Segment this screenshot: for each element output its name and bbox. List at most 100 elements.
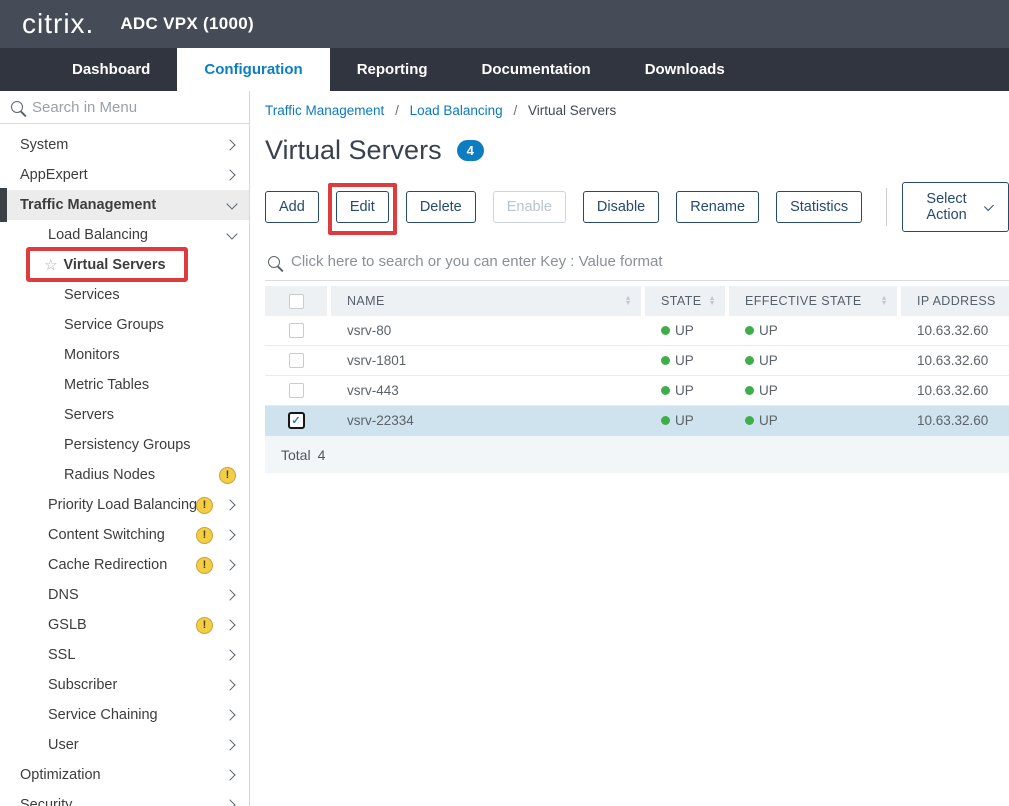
statistics-button[interactable]: Statistics xyxy=(776,191,862,223)
sidebar-item-icons xyxy=(226,141,236,149)
sidebar-item-icons xyxy=(226,771,236,779)
tab-dashboard[interactable]: Dashboard xyxy=(45,48,177,91)
cell-state: UP xyxy=(645,323,725,338)
column-header-name[interactable]: NAME ▲ ▼ xyxy=(331,286,641,316)
warning-icon: ! xyxy=(196,557,213,574)
sidebar-item-content-switching[interactable]: Content Switching ! xyxy=(0,520,249,550)
sidebar-item-label: Subscriber xyxy=(48,677,117,693)
status-dot xyxy=(745,416,754,425)
add-button[interactable]: Add xyxy=(265,191,319,223)
content-shell: System AppExpert Traffic Management Load… xyxy=(0,91,1009,806)
delete-button[interactable]: Delete xyxy=(406,191,476,223)
status-text: UP xyxy=(675,383,694,398)
sidebar-item-cache-redirection[interactable]: Cache Redirection ! xyxy=(0,550,249,580)
total-value: 4 xyxy=(318,447,326,463)
cell-name: vsrv-80 xyxy=(331,323,641,338)
sidebar-item-gslb[interactable]: GSLB ! xyxy=(0,610,249,640)
breadcrumb-link-load-balancing[interactable]: Load Balancing xyxy=(410,103,503,118)
total-label: Total xyxy=(281,447,311,463)
rename-button[interactable]: Rename xyxy=(676,191,759,223)
table-row-vsrv-22334[interactable]: ✓ vsrv-22334 UP UP 10.63.32.60 xyxy=(265,406,1009,436)
sort-down-arrow: ▼ xyxy=(709,301,716,306)
warning-icon: ! xyxy=(196,497,213,514)
sidebar-item-security[interactable]: Security xyxy=(0,790,249,806)
sidebar-item-label: DNS xyxy=(48,587,79,603)
column-header-effective-state[interactable]: EFFECTIVE STATE ▲ ▼ xyxy=(729,286,897,316)
disable-button[interactable]: Disable xyxy=(583,191,659,223)
sidebar-item-virtual-servers[interactable]: ☆ Virtual Servers xyxy=(0,250,249,280)
sort-icon[interactable]: ▲ ▼ xyxy=(625,296,632,306)
sidebar-item-icons: ! xyxy=(196,557,236,574)
tab-downloads[interactable]: Downloads xyxy=(618,48,752,91)
toolbar-button-wrap: Statistics xyxy=(776,191,862,223)
sort-icon[interactable]: ▲ ▼ xyxy=(709,296,716,306)
status-dot xyxy=(661,356,670,365)
sidebar-item-system[interactable]: System xyxy=(0,130,249,160)
sidebar-search-input[interactable] xyxy=(32,99,222,116)
table-row-vsrv-1801[interactable]: vsrv-1801 UP UP 10.63.32.60 xyxy=(265,346,1009,376)
sidebar-item-label: Persistency Groups xyxy=(64,437,191,453)
star-icon[interactable]: ☆ xyxy=(44,256,57,274)
select-action-dropdown[interactable]: Select Action xyxy=(902,182,1009,232)
column-header-state[interactable]: STATE ▲ ▼ xyxy=(645,286,725,316)
select-action-label: Select Action xyxy=(919,191,975,223)
status-dot xyxy=(745,356,754,365)
sidebar-item-servers[interactable]: Servers xyxy=(0,400,249,430)
table-row-vsrv-80[interactable]: vsrv-80 UP UP 10.63.32.60 xyxy=(265,316,1009,346)
edit-button[interactable]: Edit xyxy=(336,191,389,223)
row-checkbox[interactable] xyxy=(289,353,304,368)
sidebar-item-appexpert[interactable]: AppExpert xyxy=(0,160,249,190)
table-row-vsrv-443[interactable]: vsrv-443 UP UP 10.63.32.60 xyxy=(265,376,1009,406)
sidebar-item-label: Services xyxy=(64,287,120,303)
sidebar-item-radius-nodes[interactable]: Radius Nodes ! xyxy=(0,460,249,490)
sidebar-item-ssl[interactable]: SSL xyxy=(0,640,249,670)
column-header-label: IP ADDRESS xyxy=(917,294,996,308)
column-header-label: NAME xyxy=(347,294,385,308)
select-all-checkbox[interactable] xyxy=(289,294,304,309)
chevron-right-icon xyxy=(224,799,235,806)
sidebar-item-load-balancing[interactable]: Load Balancing xyxy=(0,220,249,250)
sidebar-item-icons xyxy=(226,651,236,659)
sidebar-item-label: Service Groups xyxy=(64,317,164,333)
sidebar-item-label: User xyxy=(48,737,79,753)
row-checkbox[interactable]: ✓ xyxy=(288,412,305,429)
sidebar-item-priority-load-balancing[interactable]: Priority Load Balancing ! xyxy=(0,490,249,520)
sort-icon[interactable]: ▲ ▼ xyxy=(881,296,888,306)
tab-reporting[interactable]: Reporting xyxy=(330,48,455,91)
sidebar-item-label: Radius Nodes xyxy=(64,467,155,483)
sidebar-item-subscriber[interactable]: Subscriber xyxy=(0,670,249,700)
sidebar-item-optimization[interactable]: Optimization xyxy=(0,760,249,790)
sidebar-item-user[interactable]: User xyxy=(0,730,249,760)
chevron-right-icon xyxy=(224,589,235,600)
sidebar-item-icons xyxy=(226,711,236,719)
sidebar-item-label: AppExpert xyxy=(20,167,88,183)
sidebar: System AppExpert Traffic Management Load… xyxy=(0,91,250,806)
chevron-right-icon xyxy=(224,139,235,150)
chevron-down-icon xyxy=(226,228,237,239)
tab-configuration[interactable]: Configuration xyxy=(177,48,329,91)
sidebar-item-icons xyxy=(226,171,236,179)
row-checkbox[interactable] xyxy=(289,383,304,398)
chevron-right-icon xyxy=(224,499,235,510)
sidebar-item-icons: ! xyxy=(196,617,236,634)
cell-ip-address: 10.63.32.60 xyxy=(901,383,1009,398)
status-text: UP xyxy=(675,353,694,368)
sidebar-item-traffic-management[interactable]: Traffic Management xyxy=(0,190,249,220)
chevron-right-icon xyxy=(224,739,235,750)
select-all-header[interactable] xyxy=(265,286,327,316)
sidebar-item-dns[interactable]: DNS xyxy=(0,580,249,610)
table-search-input[interactable] xyxy=(291,253,911,270)
row-checkbox[interactable] xyxy=(289,323,304,338)
breadcrumb-link-traffic-management[interactable]: Traffic Management xyxy=(265,103,384,118)
cell-name: vsrv-1801 xyxy=(331,353,641,368)
sidebar-item-monitors[interactable]: Monitors xyxy=(0,340,249,370)
sidebar-item-services[interactable]: Services xyxy=(0,280,249,310)
sidebar-item-persistency-groups[interactable]: Persistency Groups xyxy=(0,430,249,460)
virtual-servers-table: NAME ▲ ▼ STATE ▲ ▼ EFFECTIVE STATE ▲ ▼ I… xyxy=(265,286,1009,473)
status-dot xyxy=(661,386,670,395)
tab-documentation[interactable]: Documentation xyxy=(455,48,618,91)
sidebar-item-metric-tables[interactable]: Metric Tables xyxy=(0,370,249,400)
sidebar-item-service-groups[interactable]: Service Groups xyxy=(0,310,249,340)
column-header-ip-address[interactable]: IP ADDRESS xyxy=(901,286,1009,316)
sidebar-item-service-chaining[interactable]: Service Chaining xyxy=(0,700,249,730)
